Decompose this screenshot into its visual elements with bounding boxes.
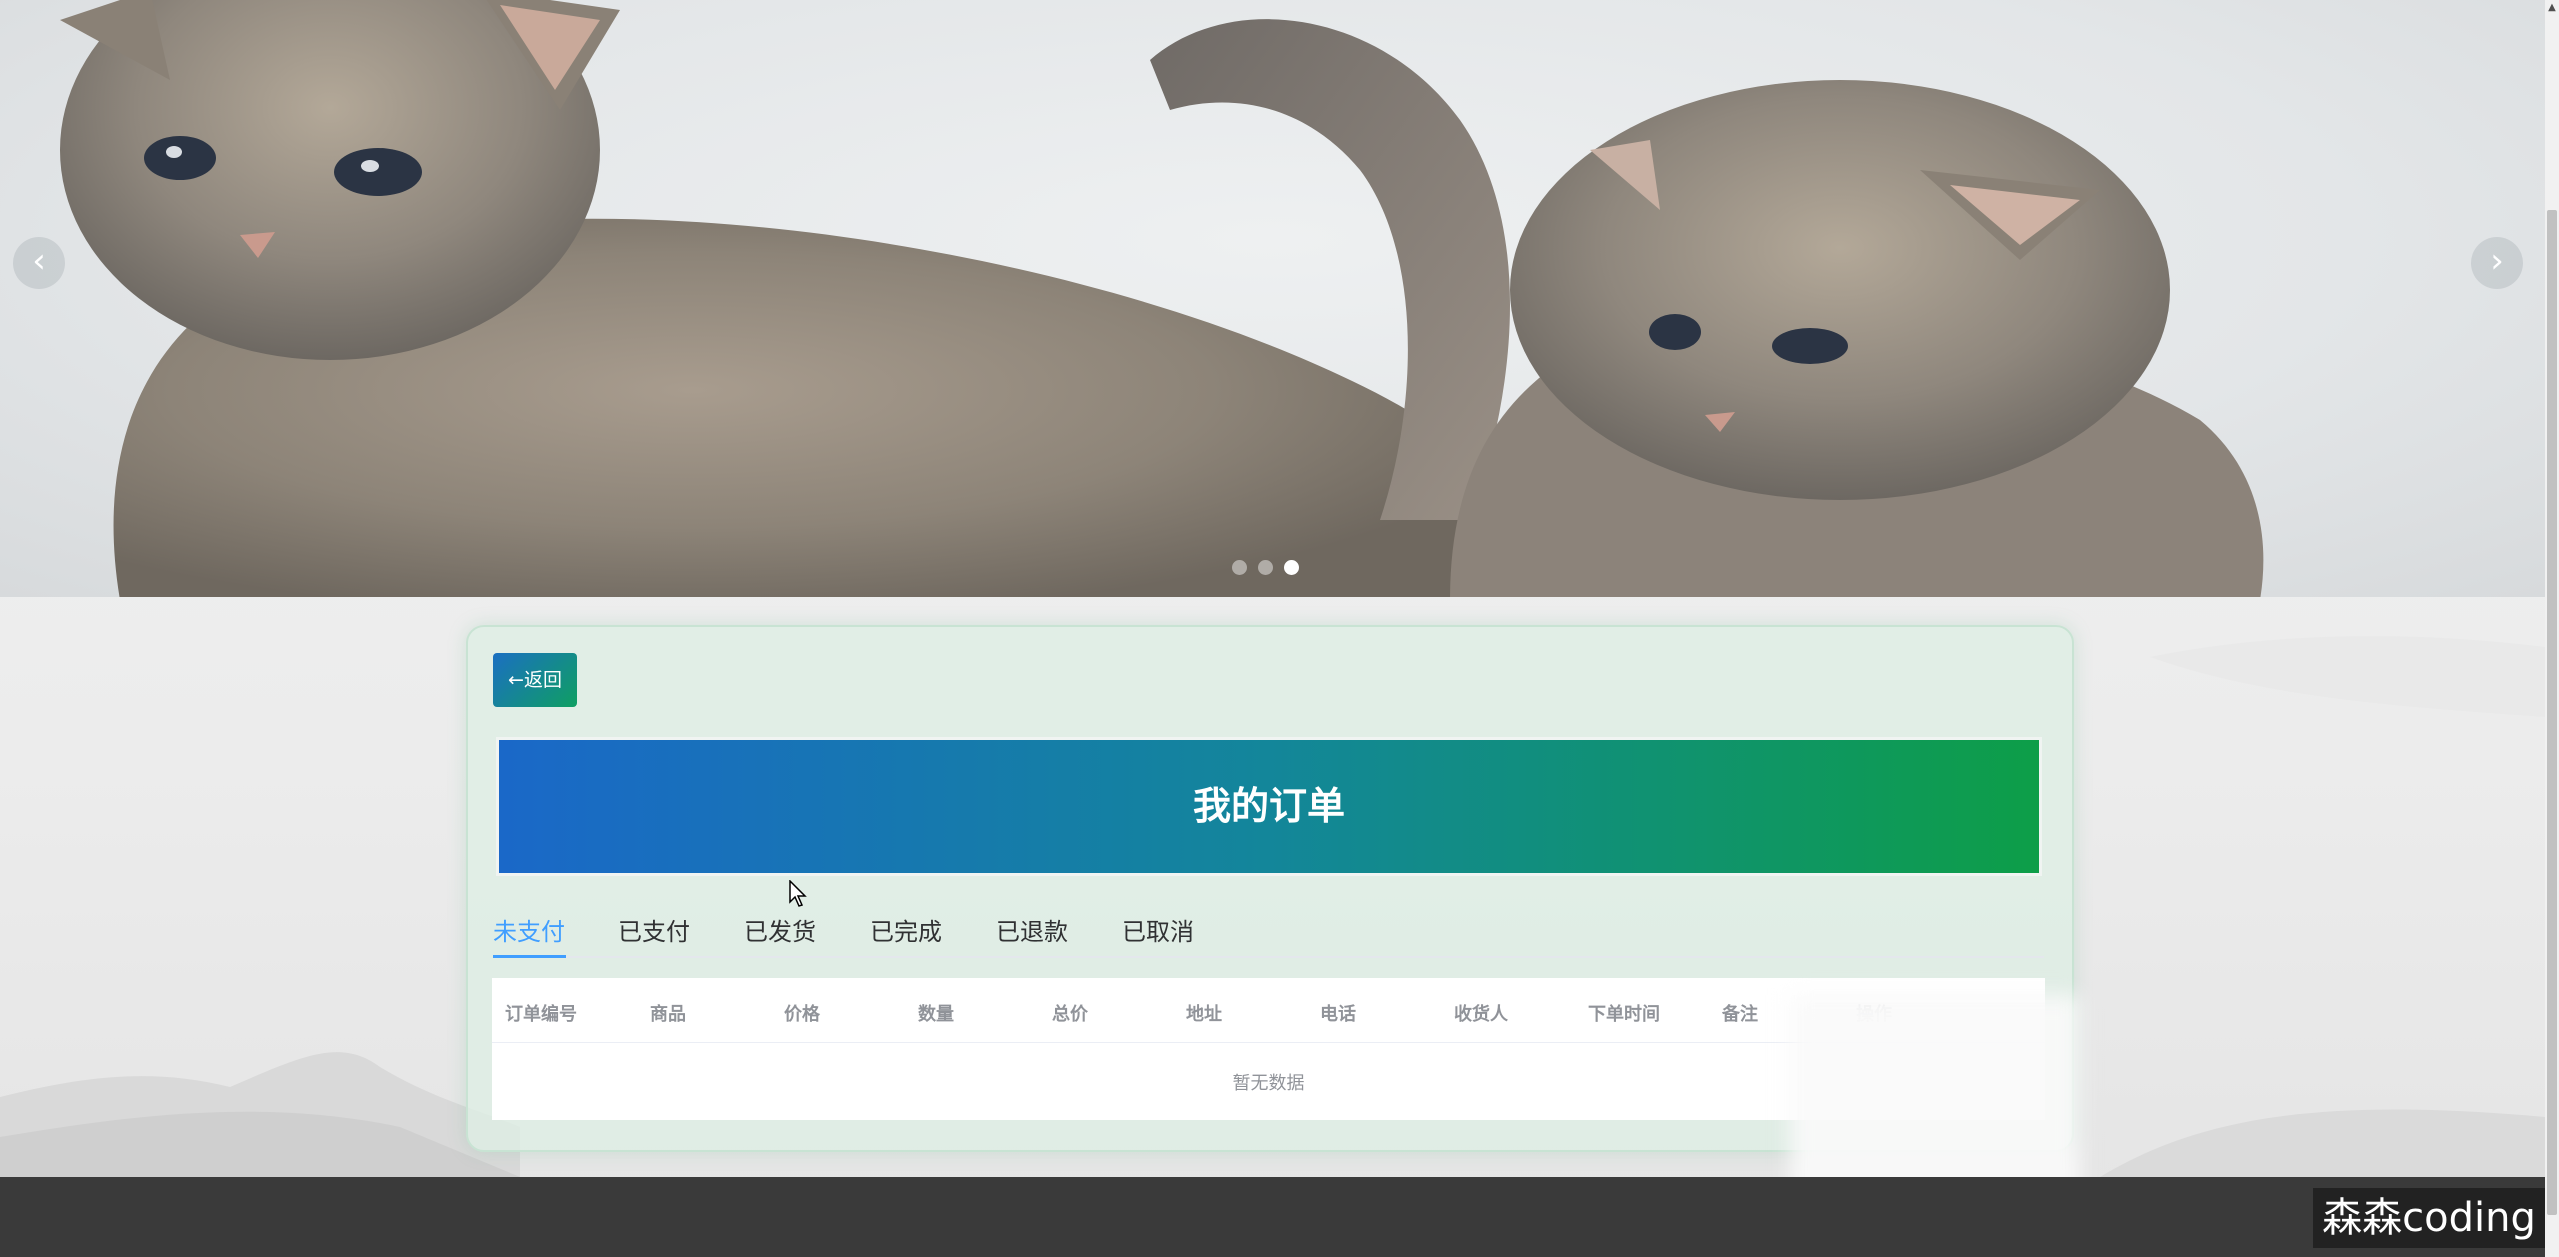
carousel-dot-2[interactable] xyxy=(1258,560,1273,575)
tab-unpaid[interactable]: 未支付 xyxy=(493,912,565,947)
active-tab-indicator xyxy=(493,955,566,958)
tab-paid[interactable]: 已支付 xyxy=(618,912,690,947)
tab-cancelled[interactable]: 已取消 xyxy=(1122,912,1194,947)
kittens-image xyxy=(60,0,2264,597)
column-header-remark: 备注 xyxy=(1722,1004,1758,1025)
blurred-overlay xyxy=(1790,995,2080,1205)
tab-shipped[interactable]: 已发货 xyxy=(744,912,816,947)
tab-completed[interactable]: 已完成 xyxy=(870,912,942,947)
column-header-receiver: 收货人 xyxy=(1454,1004,1508,1025)
carousel-indicators xyxy=(1232,560,1299,575)
tabs-divider xyxy=(493,956,2044,958)
watermark: 森森coding xyxy=(2313,1188,2545,1248)
carousel-dot-1[interactable] xyxy=(1232,560,1247,575)
column-header-order-no: 订单编号 xyxy=(505,1004,577,1025)
scroll-up-arrow-icon[interactable]: ▲ xyxy=(2545,0,2559,16)
carousel-prev-arrow[interactable]: ‹ xyxy=(13,237,65,289)
carousel-dot-3-active[interactable] xyxy=(1284,560,1299,575)
mouse-cursor-icon xyxy=(789,880,807,907)
column-header-address: 地址 xyxy=(1186,1004,1222,1025)
footer xyxy=(0,1177,2545,1257)
column-header-order-time: 下单时间 xyxy=(1588,1004,1660,1025)
back-button[interactable]: ←返回 xyxy=(493,653,577,707)
column-header-product: 商品 xyxy=(650,1004,686,1025)
carousel-next-arrow[interactable]: › xyxy=(2471,237,2523,289)
column-header-total: 总价 xyxy=(1052,1004,1088,1025)
tab-refunded[interactable]: 已退款 xyxy=(996,912,1068,947)
page-title: 我的订单 xyxy=(496,737,2042,876)
scrollbar-thumb[interactable] xyxy=(2547,210,2557,1215)
column-header-price: 价格 xyxy=(784,1004,820,1025)
column-header-phone: 电话 xyxy=(1320,1004,1356,1025)
banner-carousel: ‹ › xyxy=(0,0,2545,597)
column-header-quantity: 数量 xyxy=(918,1004,954,1025)
